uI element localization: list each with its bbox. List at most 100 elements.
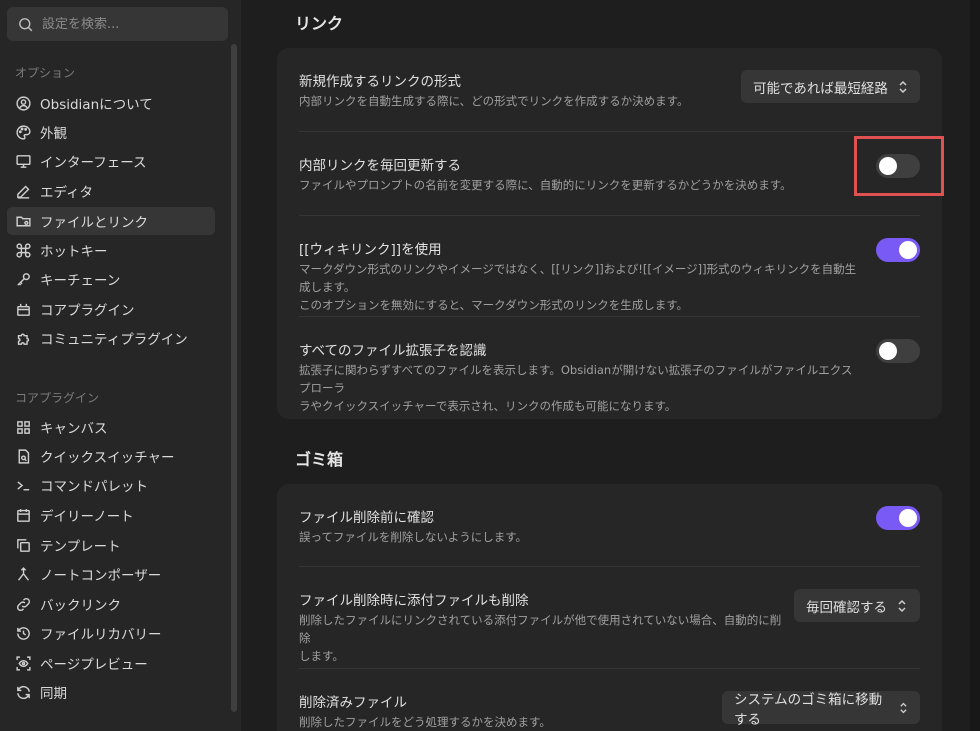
setting-desc-line: 拡張子に関わらずすべてのファイルを表示します。Obsidianが開けない拡張子の… — [299, 363, 853, 395]
sidebar-item-file-recovery[interactable]: ファイルリカバリー — [7, 619, 215, 647]
sidebar-item-hotkeys[interactable]: ホットキー — [7, 236, 215, 264]
folder-cog-icon — [15, 213, 32, 230]
chevron-updown-icon — [900, 702, 907, 713]
palette-icon — [15, 124, 32, 141]
search-input[interactable] — [42, 16, 222, 32]
monitor-icon — [15, 153, 32, 170]
sidebar-item-label: キーチェーン — [40, 273, 121, 289]
setting-desc-line: このオプションを無効にすると、マークダウン形式のリンクを生成します。 — [299, 298, 689, 312]
refresh-icon — [15, 684, 32, 701]
sidebar-item-note-composer[interactable]: ノートコンポーザー — [7, 560, 215, 588]
setting-new-link-format: 新規作成するリンクの形式 内部リンクを自動生成する際に、どの形式でリンクを作成す… — [299, 48, 920, 131]
use-wikilinks-toggle[interactable] — [876, 238, 920, 262]
setting-name: 新規作成するリンクの形式 — [299, 74, 461, 90]
sidebar-item-appearance[interactable]: 外観 — [7, 118, 215, 146]
key-icon — [15, 271, 32, 288]
copy-icon — [15, 537, 32, 554]
highlight-box — [854, 136, 944, 196]
setting-desc-line: します。 — [299, 649, 344, 663]
content-scrollbar[interactable] — [970, 0, 980, 731]
setting-desc: 削除したファイルにリンクされている添付ファイルが他で使用されていない場合、自動的… — [299, 611, 789, 665]
info-circle-icon — [15, 95, 32, 112]
setting-auto-update-links: 内部リンクを毎回更新する ファイルやプロンプトの名前を変更する際に、自動的にリン… — [299, 132, 920, 215]
sidebar-item-label: コミュニティプラグイン — [40, 332, 188, 348]
setting-desc: 誤ってファイルを削除しないようにします。 — [299, 530, 528, 544]
file-search-icon — [15, 448, 32, 465]
setting-name: 内部リンクを毎回更新する — [299, 158, 461, 174]
sidebar-item-community-plugins[interactable]: コミュニティプラグイン — [7, 324, 215, 352]
sidebar-item-label: コマンドパレット — [40, 479, 148, 495]
sidebar-item-label: コアプラグイン — [40, 303, 135, 319]
link-icon — [15, 596, 32, 613]
sidebar-item-label: 同期 — [40, 686, 67, 702]
puzzle-icon — [15, 330, 32, 347]
sidebar-item-label: ファイルとリンク — [40, 215, 148, 231]
plug-icon — [15, 301, 32, 318]
history-icon — [15, 625, 32, 642]
new-link-format-dropdown[interactable]: 可能であれば最短経路 — [741, 70, 920, 103]
search-icon — [19, 17, 33, 31]
command-icon — [15, 242, 32, 259]
sidebar-item-editor[interactable]: エディタ — [7, 177, 215, 205]
sidebar-scrollbar[interactable] — [231, 44, 237, 712]
sidebar-item-label: ノートコンポーザー — [40, 568, 162, 584]
sidebar-item-sync[interactable]: 同期 — [7, 678, 215, 706]
setting-deleted-files: 削除済みファイル 削除したファイルをどう処理するかを決めます。 システムのゴミ箱… — [299, 669, 920, 731]
deleted-files-dropdown[interactable]: システムのゴミ箱に移動する — [722, 691, 920, 728]
sidebar-item-label: ページプレビュー — [40, 657, 148, 673]
setting-confirm-delete: ファイル削除前に確認 誤ってファイルを削除しないようにします。 — [299, 484, 920, 566]
toggle-knob — [899, 509, 917, 527]
sidebar-item-keychain[interactable]: キーチェーン — [7, 265, 215, 293]
sidebar-item-templates[interactable]: テンプレート — [7, 531, 215, 559]
toggle-knob — [899, 241, 917, 259]
scan-eye-icon — [15, 655, 32, 672]
setting-desc-line: マークダウン形式のリンクやイメージではなく、[[リンク]]および![[イメージ]… — [299, 262, 857, 294]
setting-desc-line: ラやクイックスイッチャーで表示され、リンクの作成も可能になります。 — [299, 399, 677, 413]
setting-name: ファイル削除時に添付ファイルも削除 — [299, 593, 529, 609]
trash-section-title: ゴミ箱 — [295, 450, 344, 469]
setting-desc: 拡張子に関わらずすべてのファイルを表示します。Obsidianが開けない拡張子の… — [299, 361, 859, 415]
chevron-updown-icon — [899, 80, 907, 93]
merge-icon — [15, 566, 32, 583]
sidebar-item-quick-switcher[interactable]: クイックスイッチャー — [7, 442, 215, 470]
sidebar-item-label: テンプレート — [40, 539, 121, 555]
sidebar-item-canvas[interactable]: キャンバス — [7, 413, 215, 441]
setting-use-wikilinks: [[ウィキリンク]]を使用 マークダウン形式のリンクやイメージではなく、[[リン… — [299, 216, 920, 316]
sidebar-item-files-links[interactable]: ファイルとリンク — [7, 207, 215, 235]
sidebar-item-backlinks[interactable]: バックリンク — [7, 590, 215, 618]
chevron-updown-icon — [898, 599, 906, 612]
delete-attachments-dropdown[interactable]: 毎回確認する — [794, 589, 920, 622]
setting-desc: ファイルやプロンプトの名前を変更する際に、自動的にリンクを更新するかどうかを決め… — [299, 178, 792, 192]
calendar-icon — [15, 507, 32, 524]
sidebar-item-label: キャンバス — [40, 421, 108, 437]
settings-search[interactable] — [7, 7, 228, 41]
setting-delete-attachments: ファイル削除時に添付ファイルも削除 削除したファイルにリンクされている添付ファイ… — [299, 567, 920, 668]
toggle-knob — [879, 342, 897, 360]
sidebar-item-label: ファイルリカバリー — [40, 627, 162, 643]
all-file-extensions-toggle[interactable] — [876, 339, 920, 363]
dropdown-value: 毎回確認する — [806, 599, 887, 616]
terminal-icon — [15, 477, 32, 494]
sidebar-item-page-preview[interactable]: ページプレビュー — [7, 649, 215, 677]
sidebar-item-interface[interactable]: インターフェース — [7, 147, 215, 175]
setting-name: すべてのファイル拡張子を認識 — [299, 343, 487, 359]
sidebar-item-daily-notes[interactable]: デイリーノート — [7, 501, 215, 529]
pencil-icon — [15, 183, 32, 200]
sidebar-item-about[interactable]: Obsidianについて — [7, 89, 215, 117]
dropdown-value: 可能であれば最短経路 — [753, 80, 888, 97]
links-section-title: リンク — [295, 14, 344, 33]
setting-all-file-extensions: すべてのファイル拡張子を認識 拡張子に関わらずすべてのファイルを表示します。Ob… — [299, 317, 920, 419]
sidebar-item-core-plugins[interactable]: コアプラグイン — [7, 295, 215, 323]
confirm-delete-toggle[interactable] — [876, 506, 920, 530]
trash-settings-card: ファイル削除前に確認 誤ってファイルを削除しないようにします。 ファイル削除時に… — [277, 484, 942, 731]
sidebar-item-label: デイリーノート — [40, 509, 134, 525]
core-plugins-heading: コアプラグイン — [15, 391, 100, 405]
setting-name: [[ウィキリンク]]を使用 — [299, 242, 442, 258]
sidebar-item-label: クイックスイッチャー — [40, 450, 175, 466]
sidebar-item-command-palette[interactable]: コマンドパレット — [7, 471, 215, 499]
sidebar-item-label: ホットキー — [40, 244, 108, 260]
setting-name: ファイル削除前に確認 — [299, 510, 434, 526]
sidebar-item-label: インターフェース — [40, 155, 147, 171]
settings-content: リンク 新規作成するリンクの形式 内部リンクを自動生成する際に、どの形式でリンク… — [241, 0, 980, 731]
dropdown-value: システムのゴミ箱に移動する — [734, 691, 883, 728]
